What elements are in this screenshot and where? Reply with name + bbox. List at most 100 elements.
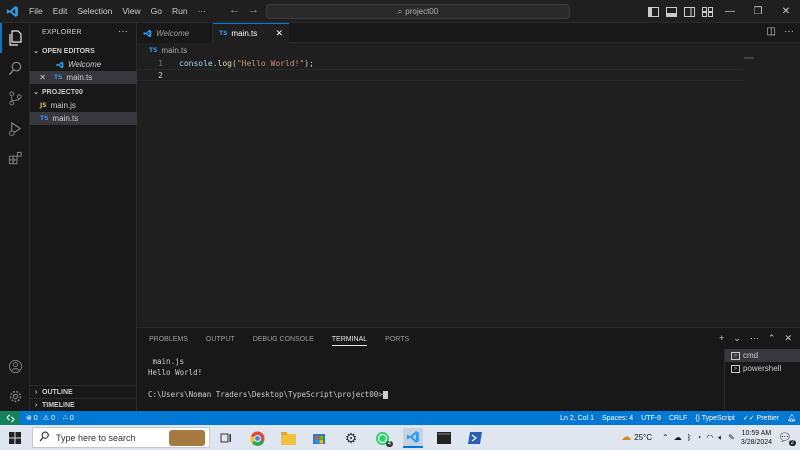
panel-tabs: PROBLEMS OUTPUT DEBUG CONSOLE TERMINAL P… — [149, 336, 409, 346]
problems-status[interactable]: ⊗ 0 ⚠ 0 — [26, 414, 55, 423]
notification-center-icon[interactable]: 💬︎ 2 — [778, 431, 796, 446]
tab-problems[interactable]: PROBLEMS — [149, 336, 188, 346]
end-of-line[interactable]: CRLF — [669, 415, 687, 422]
extensions-icon[interactable] — [0, 143, 30, 173]
tab-output[interactable]: OUTPUT — [206, 336, 235, 346]
file-main-js[interactable]: JS main.js — [30, 99, 137, 112]
open-editor-main-ts[interactable]: ✕ TS main.ts — [30, 71, 137, 84]
ports-count: 0 — [69, 414, 74, 422]
account-icon[interactable] — [0, 351, 30, 381]
back-arrow-icon[interactable]: ← — [229, 4, 240, 16]
minimap[interactable] — [744, 57, 754, 59]
language-mode[interactable]: {} TypeScript — [695, 415, 735, 422]
powershell-icon[interactable] — [465, 428, 485, 448]
temperature[interactable]: 25°C — [634, 433, 652, 442]
terminal-dropdown-icon[interactable]: ⌄ — [733, 333, 741, 344]
weather-icon[interactable]: ☁︎ — [621, 432, 631, 443]
toggle-sidebar-icon[interactable] — [646, 5, 660, 19]
file-main-ts[interactable]: TS main.ts — [30, 112, 137, 125]
new-terminal-button[interactable]: + — [719, 333, 724, 344]
ports-status[interactable]: ⛬ 0 — [63, 414, 74, 422]
close-icon[interactable]: ✕ — [30, 73, 46, 82]
command-center[interactable]: ⌕ project00 — [266, 4, 570, 19]
menu-run[interactable]: Run — [167, 6, 193, 16]
tab-debug-console[interactable]: DEBUG CONSOLE — [253, 336, 314, 346]
outline-section[interactable]: › OUTLINE — [30, 385, 137, 398]
code-line-current: 2 — [137, 69, 743, 81]
run-debug-icon[interactable] — [0, 113, 30, 143]
encoding[interactable]: UTF-8 — [641, 415, 661, 422]
open-editors-section[interactable]: ⌄ OPEN EDITORS — [30, 45, 137, 57]
line-number: 1 — [158, 58, 163, 68]
token-close: ); — [304, 58, 314, 68]
network-icon[interactable]: ◔ — [697, 433, 702, 442]
terminal-cmd[interactable]: > cmd — [725, 349, 800, 362]
code-editor[interactable]: 1 console.log("Hello World!"); 2 — [137, 57, 800, 327]
panel-more-button[interactable]: ··· — [750, 333, 759, 344]
minimize-button[interactable]: — — [716, 0, 744, 23]
volume-icon[interactable]: 🔈︎ — [718, 433, 723, 443]
typescript-file-icon: TS — [40, 115, 49, 122]
timeline-section[interactable]: › TIMELINE — [30, 398, 137, 411]
terminal-prompt-line[interactable]: C:\Users\Noman Traders\Desktop\TypeScrip… — [148, 390, 388, 399]
vscode-logo-icon — [0, 0, 24, 23]
bluetooth-icon[interactable]: ᛒ — [687, 433, 692, 442]
project-folder-section[interactable]: ⌄ PROJECT00 — [30, 86, 137, 98]
search-view-icon[interactable] — [0, 53, 30, 83]
notifications-bell-icon[interactable]: 🔔︎ — [787, 414, 796, 422]
sidebar-title: EXPLORER — [42, 29, 82, 36]
source-control-icon[interactable] — [0, 83, 30, 113]
toggle-secondary-sidebar-icon[interactable] — [682, 5, 696, 19]
prettier-status[interactable]: ✓✓ Prettier — [743, 414, 779, 422]
wifi-icon[interactable]: ◠ — [706, 433, 713, 442]
manage-gear-icon[interactable] — [0, 381, 30, 411]
close-window-button[interactable]: ✕ — [772, 0, 800, 23]
customize-layout-icon[interactable] — [700, 5, 714, 19]
chevron-up-icon[interactable]: ⌃ — [662, 433, 669, 442]
terminal-app-icon[interactable] — [434, 428, 454, 448]
menu-view[interactable]: View — [117, 6, 145, 16]
cursor-position[interactable]: Ln 2, Col 1 — [560, 415, 594, 422]
whatsapp-icon[interactable]: 4 — [372, 428, 393, 448]
settings-gear-icon[interactable]: ⚙ — [341, 428, 361, 448]
chrome-icon[interactable] — [247, 428, 267, 448]
task-view-icon[interactable] — [216, 428, 236, 448]
search-highlight-icon — [169, 429, 205, 446]
split-editor-icon[interactable]: ◫ — [767, 26, 776, 37]
menu-more[interactable]: ··· — [193, 6, 212, 16]
search-icon — [39, 431, 50, 444]
terminal-powershell[interactable]: > powershell — [725, 362, 800, 375]
explorer-icon[interactable] — [0, 23, 30, 53]
store-icon[interactable] — [309, 428, 329, 448]
taskbar-search[interactable]: Type here to search — [32, 427, 210, 448]
indentation[interactable]: Spaces: 4 — [602, 415, 633, 422]
menu-go[interactable]: Go — [146, 6, 167, 16]
vscode-taskbar-icon[interactable] — [403, 428, 423, 448]
maximize-panel-button[interactable]: ⌃ — [768, 333, 776, 344]
open-editors-label: OPEN EDITORS — [42, 47, 95, 55]
more-actions-icon[interactable]: ··· — [784, 26, 794, 37]
maximize-button[interactable]: ❐ — [744, 0, 772, 23]
menu-edit[interactable]: Edit — [48, 6, 73, 16]
toggle-panel-icon[interactable] — [664, 5, 678, 19]
tab-ports[interactable]: PORTS — [385, 336, 409, 346]
title-bar: File Edit Selection View Go Run ··· ← → … — [0, 0, 800, 23]
file-explorer-icon[interactable] — [278, 428, 298, 448]
keyboard-language-icon[interactable]: ✎ — [728, 433, 735, 442]
code-line: 1 console.log("Hello World!"); — [137, 57, 743, 69]
open-editor-welcome[interactable]: Welcome — [30, 58, 137, 71]
close-panel-button[interactable]: ✕ — [784, 333, 792, 344]
tab-welcome[interactable]: Welcome — [137, 23, 213, 43]
tab-main-ts[interactable]: TS main.ts ✕ — [213, 23, 289, 43]
remote-icon[interactable] — [0, 411, 20, 425]
close-tab-icon[interactable]: ✕ — [275, 28, 283, 39]
windows-start-icon[interactable] — [0, 425, 30, 450]
clock[interactable]: 10:59 AM 3/28/2024 — [741, 429, 772, 447]
tab-terminal[interactable]: TERMINAL — [331, 336, 368, 346]
menu-file[interactable]: File — [24, 6, 48, 16]
sidebar-more-button[interactable]: ··· — [118, 26, 128, 37]
onedrive-icon[interactable]: ☁ — [674, 433, 682, 442]
menu-selection[interactable]: Selection — [72, 6, 117, 16]
breadcrumb-file[interactable]: main.ts — [161, 46, 187, 55]
forward-arrow-icon[interactable]: → — [248, 4, 259, 16]
